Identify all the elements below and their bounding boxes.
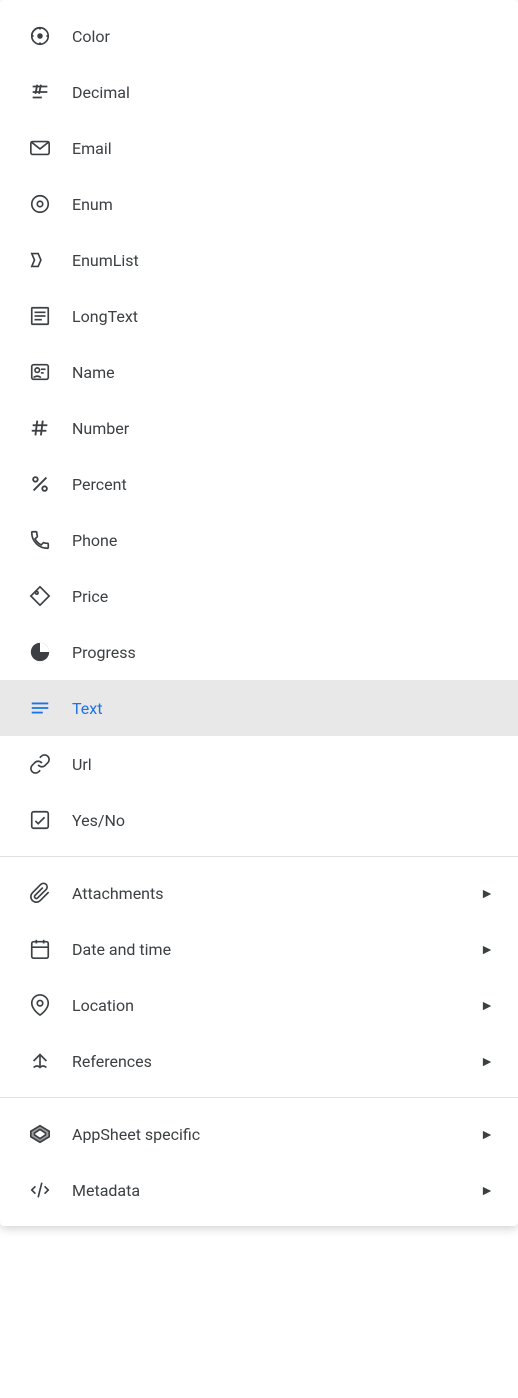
price-label: Price	[72, 587, 494, 606]
menu-item-dateandtime[interactable]: Date and time ►	[0, 921, 518, 977]
menu-item-enum[interactable]: Enum	[0, 176, 518, 232]
references-icon	[24, 1050, 56, 1072]
dateandtime-chevron: ►	[480, 941, 494, 958]
phone-icon	[24, 529, 56, 551]
menu-item-longtext[interactable]: LongText	[0, 288, 518, 344]
menu-item-metadata[interactable]: Metadata ►	[0, 1162, 518, 1218]
metadata-icon	[24, 1179, 56, 1201]
appsheet-icon	[24, 1123, 56, 1145]
references-chevron: ►	[480, 1053, 494, 1070]
references-label: References	[72, 1052, 480, 1071]
menu-item-url[interactable]: Url	[0, 736, 518, 792]
menu-item-text[interactable]: Text	[0, 680, 518, 736]
menu-item-percent[interactable]: Percent	[0, 456, 518, 512]
number-label: Number	[72, 419, 494, 438]
location-chevron: ►	[480, 997, 494, 1014]
price-icon	[24, 585, 56, 607]
menu-item-phone[interactable]: Phone	[0, 512, 518, 568]
percent-icon	[24, 473, 56, 495]
decimal-label: Decimal	[72, 83, 494, 102]
phone-label: Phone	[72, 531, 494, 550]
appsheet-label: AppSheet specific	[72, 1125, 480, 1144]
text-label: Text	[72, 699, 494, 718]
name-icon	[24, 361, 56, 383]
progress-label: Progress	[72, 643, 494, 662]
menu-item-location[interactable]: Location ►	[0, 977, 518, 1033]
menu-item-number[interactable]: Number	[0, 400, 518, 456]
menu-item-price[interactable]: Price	[0, 568, 518, 624]
menu-item-color[interactable]: Color	[0, 8, 518, 64]
appsheet-chevron: ►	[480, 1126, 494, 1143]
metadata-chevron: ►	[480, 1182, 494, 1199]
email-icon	[24, 137, 56, 159]
menu-item-progress[interactable]: Progress	[0, 624, 518, 680]
attachments-label: Attachments	[72, 884, 480, 903]
longtext-label: LongText	[72, 307, 494, 326]
attachments-icon	[24, 882, 56, 904]
longtext-icon	[24, 305, 56, 327]
menu-item-name[interactable]: Name	[0, 344, 518, 400]
divider-2	[0, 1097, 518, 1098]
yesno-icon	[24, 809, 56, 831]
dateandtime-icon	[24, 938, 56, 960]
text-icon	[24, 697, 56, 719]
menu-container: Color Decimal Email	[0, 0, 518, 1226]
color-icon	[24, 25, 56, 47]
dateandtime-label: Date and time	[72, 940, 480, 959]
enum-icon	[24, 193, 56, 215]
menu-item-email[interactable]: Email	[0, 120, 518, 176]
enumlist-label: EnumList	[72, 251, 494, 270]
percent-label: Percent	[72, 475, 494, 494]
attachments-chevron: ►	[480, 885, 494, 902]
progress-icon	[24, 641, 56, 663]
menu-item-yesno[interactable]: Yes/No	[0, 792, 518, 848]
email-label: Email	[72, 139, 494, 158]
url-icon	[24, 753, 56, 775]
number-icon	[24, 417, 56, 439]
decimal-icon	[24, 81, 56, 103]
menu-item-references[interactable]: References ►	[0, 1033, 518, 1089]
color-label: Color	[72, 27, 494, 46]
menu-item-appsheet[interactable]: AppSheet specific ►	[0, 1106, 518, 1162]
enumlist-icon	[24, 249, 56, 271]
name-label: Name	[72, 363, 494, 382]
menu-item-decimal[interactable]: Decimal	[0, 64, 518, 120]
location-label: Location	[72, 996, 480, 1015]
url-label: Url	[72, 755, 494, 774]
location-icon	[24, 994, 56, 1016]
menu-item-enumlist[interactable]: EnumList	[0, 232, 518, 288]
menu-item-attachments[interactable]: Attachments ►	[0, 865, 518, 921]
metadata-label: Metadata	[72, 1181, 480, 1200]
yesno-label: Yes/No	[72, 811, 494, 830]
enum-label: Enum	[72, 195, 494, 214]
divider-1	[0, 856, 518, 857]
